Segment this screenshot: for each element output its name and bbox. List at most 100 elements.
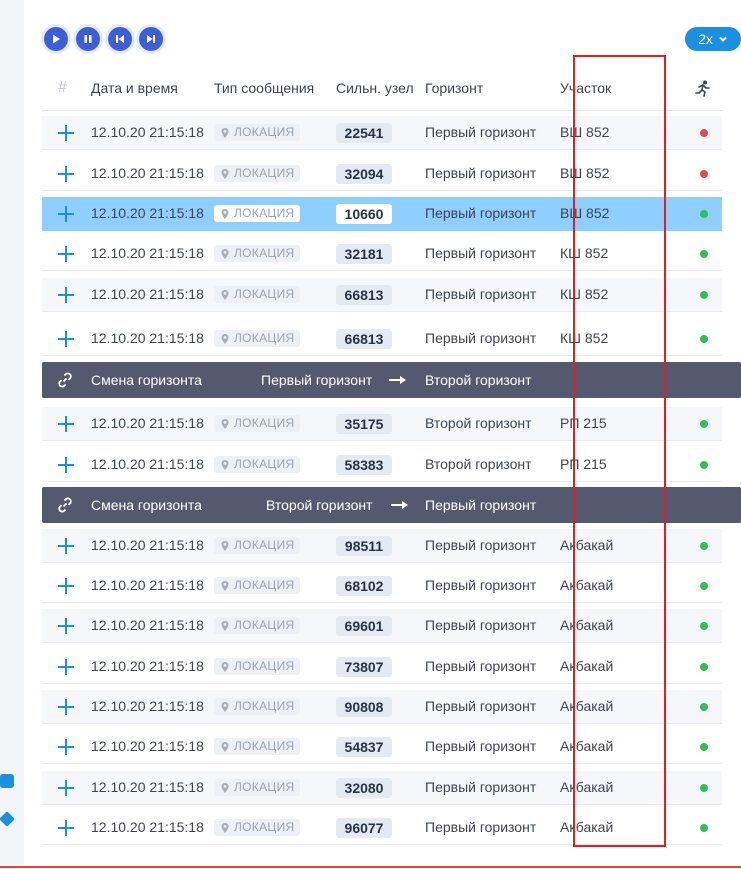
location-pin-icon	[221, 661, 229, 672]
message-type-label: ЛОКАЦИЯ	[234, 618, 295, 632]
skip-forward-button[interactable]	[139, 27, 163, 51]
row-horizon: Первый горизонт	[425, 165, 537, 181]
expand-plus-icon[interactable]	[58, 166, 74, 182]
row-datetime: 12.10.20 21:15:18	[91, 658, 204, 674]
status-dot	[700, 663, 708, 671]
expand-plus-icon[interactable]	[58, 287, 74, 303]
column-node[interactable]: Сильн. узел	[336, 76, 414, 100]
status-dot	[700, 420, 708, 428]
location-pin-icon	[221, 127, 229, 138]
message-type-badge: ЛОКАЦИЯ	[214, 577, 301, 594]
row-datetime: 12.10.20 21:15:18	[91, 779, 204, 795]
message-type-badge: ЛОКАЦИЯ	[214, 698, 301, 715]
status-dot	[700, 335, 708, 343]
message-type-label: ЛОКАЦИЯ	[234, 246, 295, 260]
expand-plus-icon[interactable]	[58, 206, 74, 222]
sidebar-settings-icon[interactable]	[0, 774, 14, 788]
column-horizon[interactable]: Горизонт	[425, 76, 483, 100]
row-datetime: 12.10.20 21:15:18	[91, 330, 204, 346]
location-pin-icon	[221, 782, 229, 793]
highlight-frame	[573, 55, 666, 847]
arrow-right-icon	[391, 501, 408, 509]
expand-plus-icon[interactable]	[58, 331, 74, 347]
status-dot	[700, 542, 708, 550]
message-type-label: ЛОКАЦИЯ	[234, 739, 295, 753]
node-badge: 66813	[336, 285, 392, 305]
column-msg-type[interactable]: Тип сообщения	[214, 76, 314, 100]
message-type-label: ЛОКАЦИЯ	[234, 206, 295, 220]
message-type-label: ЛОКАЦИЯ	[234, 416, 295, 430]
expand-plus-icon[interactable]	[58, 578, 74, 594]
expand-plus-icon[interactable]	[58, 659, 74, 675]
location-pin-icon	[221, 580, 229, 591]
row-horizon: Первый горизонт	[425, 245, 537, 261]
status-dot	[700, 250, 708, 258]
location-pin-icon	[221, 168, 229, 179]
row-horizon: Первый горизонт	[425, 577, 537, 593]
node-badge: 96077	[336, 818, 392, 838]
status-dot	[700, 129, 708, 137]
sidebar	[0, 0, 24, 869]
expand-plus-icon[interactable]	[58, 820, 74, 836]
expand-plus-icon[interactable]	[58, 618, 74, 634]
location-pin-icon	[221, 289, 229, 300]
status-dot	[700, 743, 708, 751]
message-type-badge: ЛОКАЦИЯ	[214, 286, 301, 303]
message-type-badge: ЛОКАЦИЯ	[214, 537, 301, 554]
message-type-badge: ЛОКАЦИЯ	[214, 819, 301, 836]
horizon-from: Второй горизонт	[266, 497, 373, 513]
node-badge: 35175	[336, 414, 392, 434]
message-type-badge: ЛОКАЦИЯ	[214, 205, 301, 222]
status-dot	[700, 291, 708, 299]
horizon-to: Первый горизонт	[425, 497, 537, 513]
status-dot	[700, 582, 708, 590]
horizon-change-label: Смена горизонта	[91, 372, 202, 388]
link-icon	[58, 497, 72, 513]
column-datetime[interactable]: Дата и время	[91, 76, 178, 100]
location-pin-icon	[221, 418, 229, 429]
row-horizon: Первый горизонт	[425, 617, 537, 633]
row-horizon: Первый горизонт	[425, 330, 537, 346]
horizon-from: Первый горизонт	[261, 372, 373, 388]
speed-label: 2x	[698, 31, 713, 47]
pause-button[interactable]	[76, 27, 100, 51]
message-type-label: ЛОКАЦИЯ	[234, 166, 295, 180]
node-badge: 10660	[336, 204, 392, 224]
expand-plus-icon[interactable]	[58, 538, 74, 554]
speed-dropdown[interactable]: 2x	[685, 27, 741, 51]
arrow-right-icon	[389, 376, 406, 384]
expand-plus-icon[interactable]	[58, 246, 74, 262]
status-dot	[700, 210, 708, 218]
expand-plus-icon[interactable]	[58, 457, 74, 473]
row-datetime: 12.10.20 21:15:18	[91, 415, 204, 431]
message-type-label: ЛОКАЦИЯ	[234, 457, 295, 471]
node-badge: 73807	[336, 657, 392, 677]
location-pin-icon	[221, 333, 229, 344]
expand-plus-icon[interactable]	[58, 780, 74, 796]
node-badge: 32094	[336, 164, 392, 184]
message-type-badge: ЛОКАЦИЯ	[214, 330, 301, 347]
message-type-badge: ЛОКАЦИЯ	[214, 617, 301, 634]
node-badge: 54837	[336, 737, 392, 757]
status-dot	[700, 170, 708, 178]
expand-plus-icon[interactable]	[58, 699, 74, 715]
expand-plus-icon[interactable]	[58, 739, 74, 755]
bottom-divider	[0, 866, 741, 868]
message-type-label: ЛОКАЦИЯ	[234, 820, 295, 834]
skip-back-button[interactable]	[108, 27, 132, 51]
expand-plus-icon[interactable]	[58, 416, 74, 432]
row-horizon: Первый горизонт	[425, 205, 537, 221]
status-dot	[700, 703, 708, 711]
play-button[interactable]	[44, 27, 68, 51]
row-horizon: Первый горизонт	[425, 124, 537, 140]
row-datetime: 12.10.20 21:15:18	[91, 617, 204, 633]
node-badge: 68102	[336, 576, 392, 596]
sidebar-app-icon[interactable]	[0, 811, 15, 827]
column-hash: #	[58, 79, 67, 96]
message-type-badge: ЛОКАЦИЯ	[214, 124, 301, 141]
message-type-label: ЛОКАЦИЯ	[234, 331, 295, 345]
expand-plus-icon[interactable]	[58, 125, 74, 141]
horizon-change-label: Смена горизонта	[91, 497, 202, 513]
row-horizon: Первый горизонт	[425, 286, 537, 302]
row-horizon: Первый горизонт	[425, 537, 537, 553]
